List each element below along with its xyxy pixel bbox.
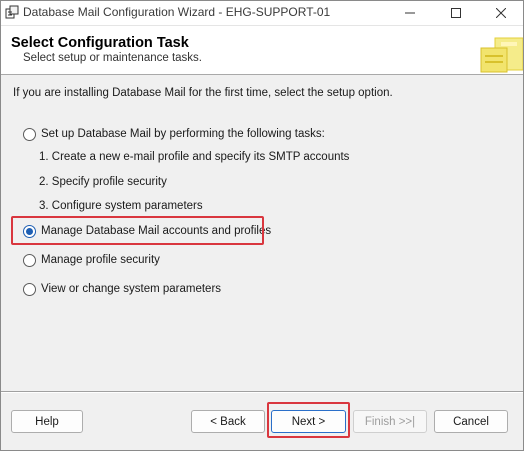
radio-view-system-parameters[interactable] [23,282,36,296]
wizard-window: Database Mail Configuration Wizard - EHG… [0,0,524,451]
footer-separator [1,391,523,393]
wizard-header: Select Configuration Task Select setup o… [1,25,524,75]
option-label: Set up Database Mail by performing the f… [41,128,325,140]
wizard-app-icon[interactable] [5,5,19,19]
option-setup-database-mail[interactable]: Set up Database Mail by performing the f… [23,125,325,143]
option-label: View or change system parameters [41,283,222,295]
intro-text: If you are installing Database Mail for … [13,87,393,99]
setup-step-1: 1. Create a new e-mail profile and speci… [39,151,350,163]
option-manage-profile-security[interactable]: Manage profile security [23,251,160,269]
radio-setup[interactable] [23,127,36,141]
radio-manage-accounts[interactable] [23,224,36,238]
close-icon[interactable] [478,1,524,25]
page-subtitle: Select setup or maintenance tasks. [23,52,202,64]
title-bar: Database Mail Configuration Wizard - EHG… [1,1,523,25]
option-label: Manage Database Mail accounts and profil… [41,225,272,237]
minimize-icon[interactable] [387,1,433,25]
setup-step-3: 3. Configure system parameters [39,200,203,212]
option-view-system-parameters[interactable]: View or change system parameters [23,280,221,298]
page-title: Select Configuration Task [11,35,189,51]
finish-button[interactable]: Finish >>| [353,410,427,433]
option-label: Manage profile security [41,254,160,266]
back-button[interactable]: < Back [191,410,265,433]
cancel-button[interactable]: Cancel [434,410,508,433]
wizard-banner-graphic [477,34,524,74]
setup-step-2: 2. Specify profile security [39,176,167,188]
option-manage-accounts[interactable]: Manage Database Mail accounts and profil… [23,222,271,240]
next-button[interactable]: Next > [271,410,346,433]
maximize-icon[interactable] [433,1,479,25]
radio-manage-profile-security[interactable] [23,253,36,267]
window-title: Database Mail Configuration Wizard - EHG… [23,5,331,19]
help-button[interactable]: Help [11,410,83,433]
